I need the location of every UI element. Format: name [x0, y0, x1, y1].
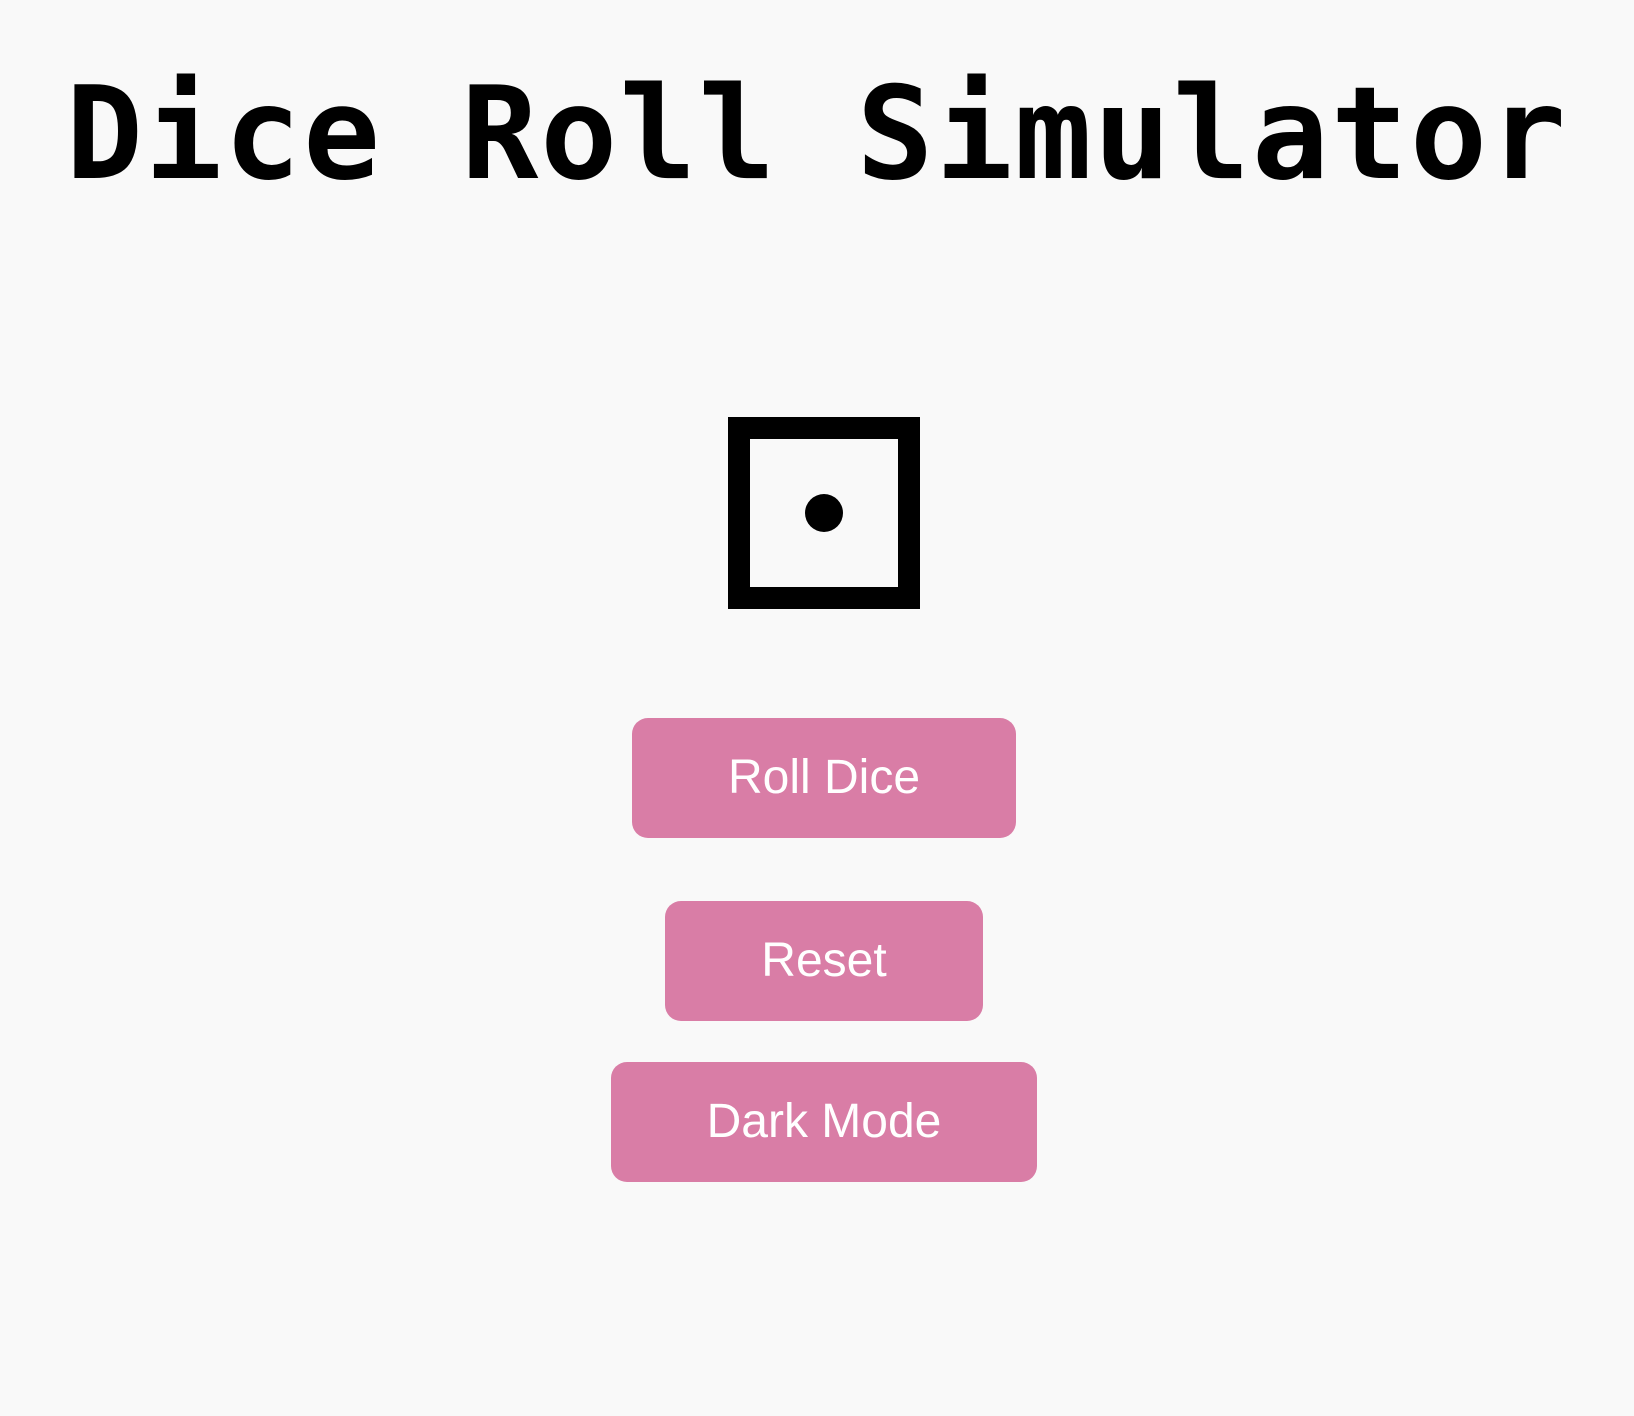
die-pip	[805, 494, 843, 532]
dark-mode-button[interactable]: Dark Mode	[611, 1062, 1037, 1182]
reset-button[interactable]: Reset	[665, 901, 983, 1021]
page-title: Dice Roll Simulator	[65, 60, 1569, 209]
roll-dice-button[interactable]: Roll Dice	[632, 718, 1016, 838]
